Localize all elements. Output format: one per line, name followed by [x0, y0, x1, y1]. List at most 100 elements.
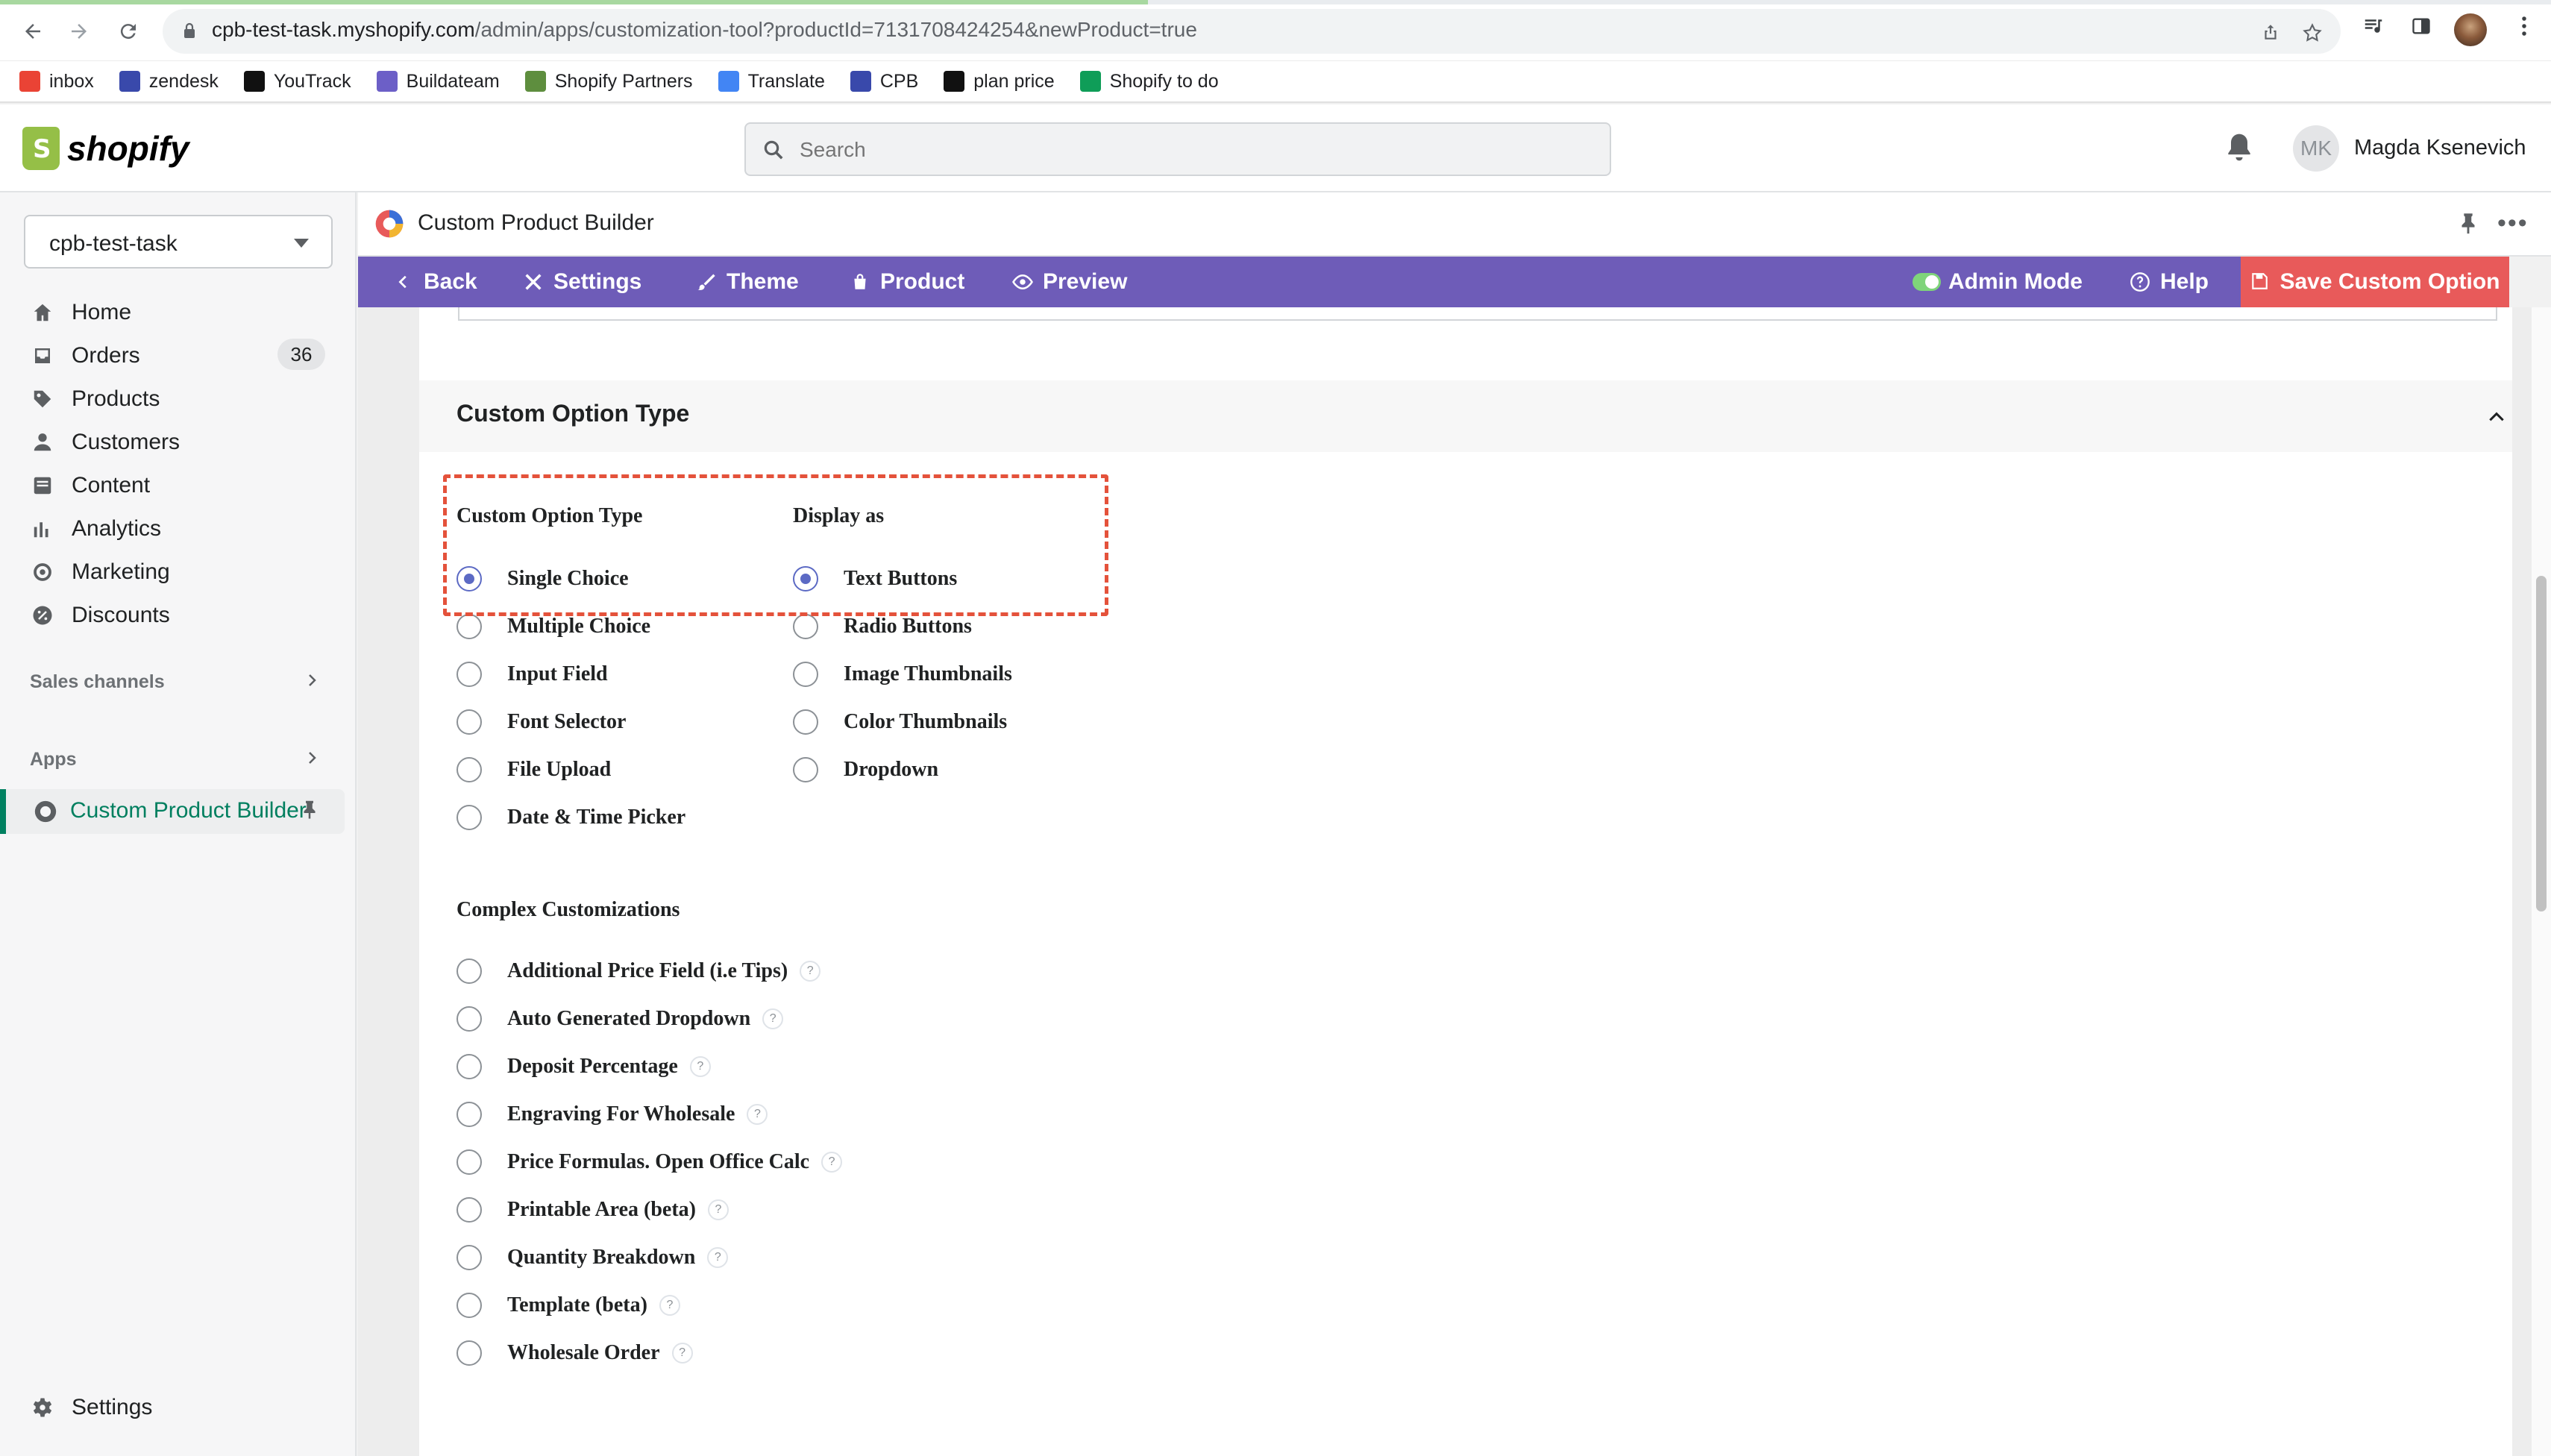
share-icon[interactable]	[2260, 22, 2281, 43]
store-selector[interactable]: cpb-test-task	[24, 215, 333, 269]
chevron-up-icon[interactable]	[2487, 407, 2506, 427]
radio-button[interactable]	[456, 1197, 482, 1223]
radio-option[interactable]: Price Formulas. Open Office Calc?	[456, 1147, 843, 1177]
profile-avatar[interactable]	[2454, 13, 2487, 46]
admin-mode-toggle[interactable]: Admin Mode	[1913, 257, 2083, 307]
search-input[interactable]	[800, 131, 1590, 169]
apps-heading[interactable]: Apps	[30, 749, 77, 771]
radio-button[interactable]	[456, 662, 482, 687]
radio-button[interactable]	[793, 757, 818, 782]
sidebar-item-custom-product-builder[interactable]: Custom Product Builder	[0, 789, 345, 834]
sidebar-item-orders[interactable]: Orders	[30, 337, 140, 374]
notification-bell-icon[interactable]	[2223, 131, 2256, 164]
user-avatar[interactable]: MK	[2293, 125, 2339, 172]
radio-option[interactable]: Input Field	[456, 659, 608, 689]
radio-button[interactable]	[456, 709, 482, 735]
bookmark-item[interactable]: inbox	[19, 71, 94, 92]
radio-option[interactable]: Quantity Breakdown?	[456, 1243, 729, 1273]
chevron-right-icon[interactable]	[303, 749, 321, 767]
scrollbar-thumb[interactable]	[2536, 576, 2547, 911]
help-tooltip-icon[interactable]: ?	[800, 961, 821, 982]
radio-option[interactable]: Additional Price Field (i.e Tips)?	[456, 956, 821, 986]
radio-button[interactable]	[456, 1293, 482, 1318]
chevron-right-icon[interactable]	[303, 671, 321, 689]
radio-button[interactable]	[456, 757, 482, 782]
help-button[interactable]: Help	[2129, 257, 2209, 307]
settings-button[interactable]: Settings	[522, 257, 641, 307]
sidebar-item-discounts[interactable]: Discounts	[30, 597, 170, 634]
more-options-icon[interactable]: •••	[2497, 209, 2529, 238]
bookmark-item[interactable]: Buildateam	[376, 71, 500, 92]
radio-button[interactable]	[793, 662, 818, 687]
radio-button[interactable]	[456, 614, 482, 639]
bookmark-item[interactable]: Translate	[718, 71, 825, 92]
back-button[interactable]: Back	[392, 257, 477, 307]
preview-button[interactable]: Preview	[1011, 257, 1127, 307]
sidebar-item-content[interactable]: Content	[30, 467, 150, 504]
back-arrow-icon[interactable]	[16, 15, 49, 48]
bookmark-item[interactable]: YouTrack	[243, 71, 351, 92]
bookmark-item[interactable]: zendesk	[119, 71, 219, 92]
help-tooltip-icon[interactable]: ?	[707, 1247, 729, 1268]
side-panel-icon[interactable]	[2406, 15, 2436, 45]
radio-option[interactable]: Deposit Percentage?	[456, 1052, 711, 1082]
sidebar-item-analytics[interactable]: Analytics	[30, 510, 161, 547]
radio-option[interactable]: Auto Generated Dropdown?	[456, 1004, 784, 1034]
help-tooltip-icon[interactable]: ?	[659, 1295, 680, 1316]
bookmark-star-icon[interactable]	[2302, 22, 2323, 43]
radio-button[interactable]	[793, 709, 818, 735]
sidebar-item-home[interactable]: Home	[30, 294, 131, 331]
radio-option[interactable]: Radio Buttons	[793, 612, 972, 641]
radio-button[interactable]	[456, 1340, 482, 1366]
help-tooltip-icon[interactable]: ?	[821, 1152, 843, 1173]
sidebar-item-products[interactable]: Products	[30, 380, 160, 418]
sidebar-item-customers[interactable]: Customers	[30, 424, 180, 461]
section-header-custom-option-type[interactable]: Custom Option Type	[419, 380, 2512, 452]
sidebar-item-marketing[interactable]: Marketing	[30, 553, 170, 591]
radio-option[interactable]: Dropdown	[793, 755, 938, 785]
radio-button[interactable]	[456, 1006, 482, 1032]
bookmark-item[interactable]: Shopify to do	[1079, 71, 1219, 92]
bookmark-item[interactable]: plan price	[944, 71, 1055, 92]
radio-option[interactable]: Date & Time Picker	[456, 803, 685, 832]
radio-button[interactable]	[456, 805, 482, 830]
radio-option[interactable]: Multiple Choice	[456, 612, 650, 641]
shopify-logo[interactable]: shopify	[22, 127, 189, 170]
help-tooltip-icon[interactable]: ?	[707, 1199, 729, 1220]
product-button[interactable]: Product	[849, 257, 964, 307]
reload-icon[interactable]	[112, 15, 145, 48]
radio-option[interactable]: Printable Area (beta)?	[456, 1195, 729, 1225]
bookmark-item[interactable]: Shopify Partners	[524, 71, 693, 92]
radio-option[interactable]: Image Thumbnails	[793, 659, 1012, 689]
search-box[interactable]	[744, 122, 1611, 176]
radio-button[interactable]	[456, 1054, 482, 1079]
radio-option[interactable]: Engraving For Wholesale?	[456, 1099, 768, 1129]
radio-option[interactable]: Template (beta)?	[456, 1290, 680, 1320]
user-name[interactable]: Magda Ksenevich	[2354, 136, 2526, 160]
pin-icon[interactable]	[2456, 210, 2481, 236]
sidebar-item-settings[interactable]: Settings	[30, 1389, 152, 1426]
radio-button[interactable]	[793, 614, 818, 639]
pin-icon[interactable]	[298, 798, 321, 820]
radio-button[interactable]	[456, 958, 482, 984]
media-controls-icon[interactable]	[2359, 15, 2388, 45]
save-custom-option-button[interactable]: Save Custom Option	[2241, 257, 2509, 307]
radio-option[interactable]: Wholesale Order?	[456, 1338, 693, 1368]
help-tooltip-icon[interactable]: ?	[762, 1008, 784, 1029]
address-bar[interactable]: cpb-test-task.myshopify.com/admin/apps/c…	[163, 9, 2341, 54]
browser-menu-icon[interactable]	[2509, 15, 2539, 45]
forward-arrow-icon[interactable]	[63, 15, 95, 48]
radio-option[interactable]: Font Selector	[456, 707, 626, 737]
page-scrollbar[interactable]	[2532, 307, 2551, 1456]
theme-button[interactable]: Theme	[695, 257, 799, 307]
sales-channels-heading[interactable]: Sales channels	[30, 671, 165, 693]
radio-option[interactable]: Color Thumbnails	[793, 707, 1007, 737]
radio-button[interactable]	[456, 1149, 482, 1175]
radio-option[interactable]: File Upload	[456, 755, 611, 785]
radio-button[interactable]	[456, 1102, 482, 1127]
help-tooltip-icon[interactable]: ?	[671, 1343, 693, 1364]
bookmark-item[interactable]: CPB	[850, 71, 918, 92]
help-tooltip-icon[interactable]: ?	[689, 1056, 711, 1077]
radio-button[interactable]	[456, 1245, 482, 1270]
help-tooltip-icon[interactable]: ?	[747, 1104, 768, 1125]
